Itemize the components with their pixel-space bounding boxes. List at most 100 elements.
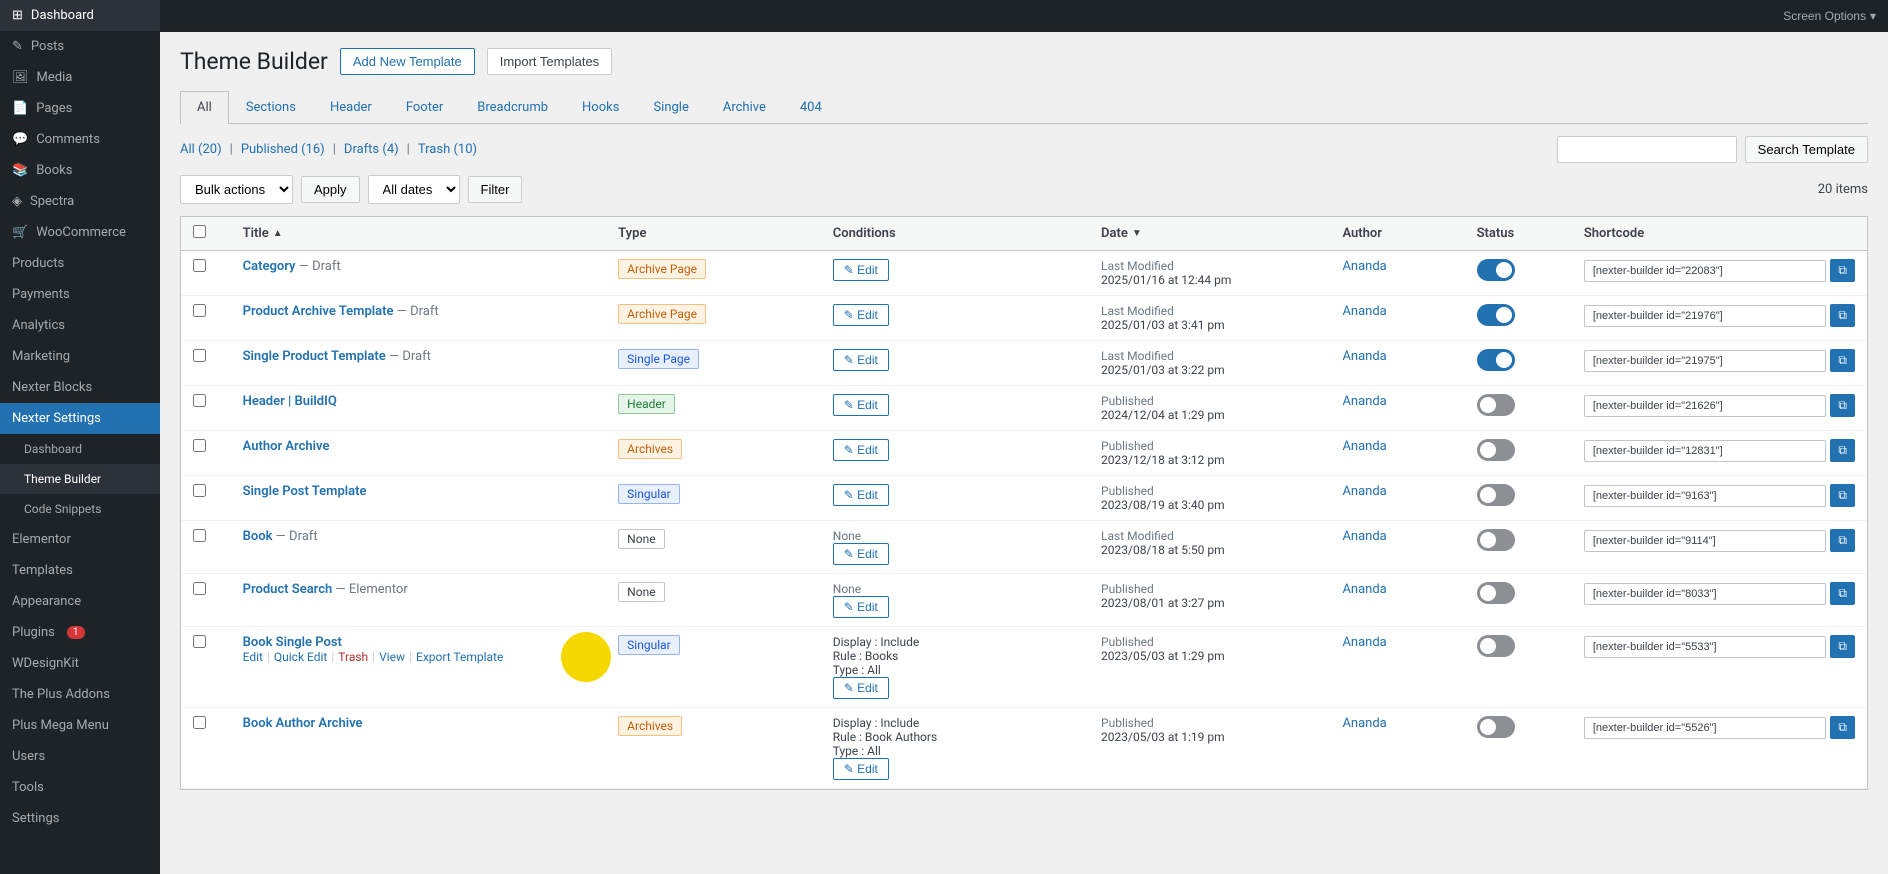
author-link[interactable]: Ananda: [1342, 259, 1386, 274]
edit-conditions-button[interactable]: ✎ Edit: [833, 484, 889, 506]
row-checkbox[interactable]: [193, 716, 206, 729]
sidebar-item-products[interactable]: Products: [0, 248, 160, 279]
edit-conditions-button[interactable]: ✎ Edit: [833, 758, 889, 780]
template-title-link[interactable]: Author Archive: [243, 439, 330, 454]
status-toggle[interactable]: [1477, 394, 1515, 416]
tab-breadcrumb[interactable]: Breadcrumb: [460, 91, 565, 123]
tab-hooks[interactable]: Hooks: [565, 91, 636, 123]
status-toggle[interactable]: [1477, 716, 1515, 738]
template-title-link[interactable]: Book Single Post: [243, 635, 342, 650]
sidebar-item-comments[interactable]: 💬 Comments: [0, 124, 160, 155]
author-link[interactable]: Ananda: [1342, 394, 1386, 409]
filter-drafts-link[interactable]: Drafts (4): [344, 142, 399, 157]
copy-shortcode-button[interactable]: ⧉: [1830, 259, 1855, 282]
shortcode-input[interactable]: [1584, 305, 1827, 327]
row-checkbox[interactable]: [193, 484, 206, 497]
search-input[interactable]: [1557, 136, 1737, 163]
row-checkbox[interactable]: [193, 635, 206, 648]
shortcode-input[interactable]: [1584, 485, 1827, 507]
row-action-edit[interactable]: Edit: [243, 650, 263, 664]
copy-shortcode-button[interactable]: ⧉: [1830, 716, 1855, 739]
copy-shortcode-button[interactable]: ⧉: [1830, 349, 1855, 372]
template-title-link[interactable]: Header | BuildIQ: [243, 394, 337, 409]
template-title-link[interactable]: Product Archive Template: [243, 304, 394, 319]
tab-404[interactable]: 404: [783, 91, 839, 123]
row-checkbox[interactable]: [193, 529, 206, 542]
apply-button[interactable]: Apply: [301, 176, 360, 203]
status-toggle[interactable]: [1477, 439, 1515, 461]
template-title-link[interactable]: Single Post Template: [243, 484, 367, 499]
status-toggle[interactable]: [1477, 529, 1515, 551]
edit-conditions-button[interactable]: ✎ Edit: [833, 596, 889, 618]
sidebar-item-analytics[interactable]: Analytics: [0, 310, 160, 341]
sidebar-item-appearance[interactable]: Appearance: [0, 586, 160, 617]
search-template-button[interactable]: Search Template: [1745, 136, 1868, 163]
filter-trash-link[interactable]: Trash (10): [418, 142, 477, 157]
sidebar-item-woocommerce[interactable]: 🛒 WooCommerce: [0, 217, 160, 248]
author-link[interactable]: Ananda: [1342, 304, 1386, 319]
author-link[interactable]: Ananda: [1342, 439, 1386, 454]
copy-shortcode-button[interactable]: ⧉: [1830, 635, 1855, 658]
sidebar-item-spectra[interactable]: ◈ Spectra: [0, 186, 160, 217]
import-templates-button[interactable]: Import Templates: [487, 48, 612, 75]
sidebar-item-posts[interactable]: ✎ Posts: [0, 31, 160, 62]
template-title-link[interactable]: Book Author Archive: [243, 716, 363, 731]
tab-footer[interactable]: Footer: [389, 91, 460, 123]
sidebar-item-templates[interactable]: Templates: [0, 555, 160, 586]
status-toggle[interactable]: [1477, 349, 1515, 371]
edit-conditions-button[interactable]: ✎ Edit: [833, 304, 889, 326]
sidebar-item-media[interactable]: 🖼 Media: [0, 62, 160, 93]
sidebar-item-tools[interactable]: Tools: [0, 772, 160, 803]
edit-conditions-button[interactable]: ✎ Edit: [833, 349, 889, 371]
template-title-link[interactable]: Book: [243, 529, 273, 544]
copy-shortcode-button[interactable]: ⧉: [1830, 582, 1855, 605]
edit-conditions-button[interactable]: ✎ Edit: [833, 439, 889, 461]
date-sort-header[interactable]: Date ▼: [1101, 226, 1318, 241]
shortcode-input[interactable]: [1584, 395, 1827, 417]
shortcode-input[interactable]: [1584, 350, 1827, 372]
sidebar-item-dashboard[interactable]: ⊞ Dashboard: [0, 0, 160, 31]
sidebar-item-pages[interactable]: 📄 Pages: [0, 93, 160, 124]
edit-conditions-button[interactable]: ✎ Edit: [833, 677, 889, 699]
row-action-quick-edit[interactable]: Quick Edit: [274, 650, 327, 664]
shortcode-input[interactable]: [1584, 583, 1827, 605]
sidebar-item-settings[interactable]: Settings: [0, 803, 160, 834]
tab-header[interactable]: Header: [313, 91, 389, 123]
edit-conditions-button[interactable]: ✎ Edit: [833, 394, 889, 416]
filter-button[interactable]: Filter: [468, 176, 523, 203]
tab-archive[interactable]: Archive: [706, 91, 783, 123]
template-title-link[interactable]: Single Product Template: [243, 349, 386, 364]
shortcode-input[interactable]: [1584, 636, 1827, 658]
sidebar-item-books[interactable]: 📚 Books: [0, 155, 160, 186]
add-new-template-button[interactable]: Add New Template: [340, 48, 475, 75]
edit-conditions-button[interactable]: ✎ Edit: [833, 543, 889, 565]
copy-shortcode-button[interactable]: ⧉: [1830, 484, 1855, 507]
sidebar-item-elementor[interactable]: Elementor: [0, 524, 160, 555]
title-sort-header[interactable]: Title ▲: [243, 226, 595, 241]
author-link[interactable]: Ananda: [1342, 349, 1386, 364]
sidebar-item-code-snippets[interactable]: Code Snippets: [0, 494, 160, 524]
shortcode-input[interactable]: [1584, 530, 1827, 552]
copy-shortcode-button[interactable]: ⧉: [1830, 439, 1855, 462]
sidebar-item-wdesignkit[interactable]: WDesignKit: [0, 648, 160, 679]
row-checkbox[interactable]: [193, 349, 206, 362]
status-toggle[interactable]: [1477, 484, 1515, 506]
sidebar-item-theme-builder[interactable]: Theme Builder: [0, 464, 160, 494]
copy-shortcode-button[interactable]: ⧉: [1830, 529, 1855, 552]
row-checkbox[interactable]: [193, 439, 206, 452]
tab-all[interactable]: All: [180, 91, 229, 124]
author-link[interactable]: Ananda: [1342, 484, 1386, 499]
filter-published-link[interactable]: Published (16): [241, 142, 325, 157]
bulk-actions-select[interactable]: Bulk actions: [180, 175, 293, 204]
sidebar-item-marketing[interactable]: Marketing: [0, 341, 160, 372]
template-title-link[interactable]: Product Search: [243, 582, 333, 597]
tab-single[interactable]: Single: [636, 91, 705, 123]
row-action-trash[interactable]: Trash: [338, 650, 368, 664]
status-toggle[interactable]: [1477, 635, 1515, 657]
shortcode-input[interactable]: [1584, 440, 1827, 462]
author-link[interactable]: Ananda: [1342, 635, 1386, 650]
row-checkbox[interactable]: [193, 304, 206, 317]
sidebar-item-users[interactable]: Users: [0, 741, 160, 772]
author-link[interactable]: Ananda: [1342, 529, 1386, 544]
sidebar-item-dashboard-sub[interactable]: Dashboard: [0, 434, 160, 464]
